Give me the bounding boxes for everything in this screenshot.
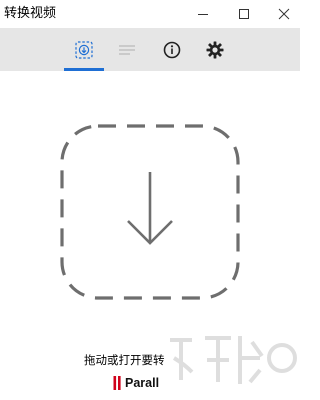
minimize-icon — [198, 14, 208, 15]
tab-list[interactable] — [109, 28, 145, 71]
download-arrow-icon — [60, 124, 240, 300]
watermark — [160, 318, 300, 400]
close-icon — [278, 8, 290, 20]
minimize-button[interactable] — [188, 0, 218, 28]
download-icon — [75, 40, 93, 59]
gear-icon — [206, 41, 224, 58]
toolbar — [0, 28, 300, 71]
watermark-logo — [170, 336, 297, 384]
list-icon — [119, 44, 135, 55]
parallels-logo-icon — [113, 376, 121, 390]
maximize-button[interactable] — [229, 0, 259, 28]
drop-hint: 拖动或打开要转 — [84, 353, 165, 367]
info-icon — [163, 41, 181, 58]
title-bar: 转换视频 — [0, 0, 300, 28]
maximize-icon — [239, 9, 249, 19]
tab-convert[interactable] — [66, 28, 102, 71]
window-title: 转换视频 — [4, 6, 57, 21]
drop-zone[interactable] — [55, 120, 245, 305]
tab-settings[interactable] — [197, 28, 233, 71]
tab-info[interactable] — [154, 28, 190, 71]
brand-logo: Parall — [113, 375, 159, 391]
brand-text: Parall — [125, 376, 160, 390]
close-button[interactable] — [269, 0, 299, 28]
active-tab-indicator — [64, 68, 104, 71]
